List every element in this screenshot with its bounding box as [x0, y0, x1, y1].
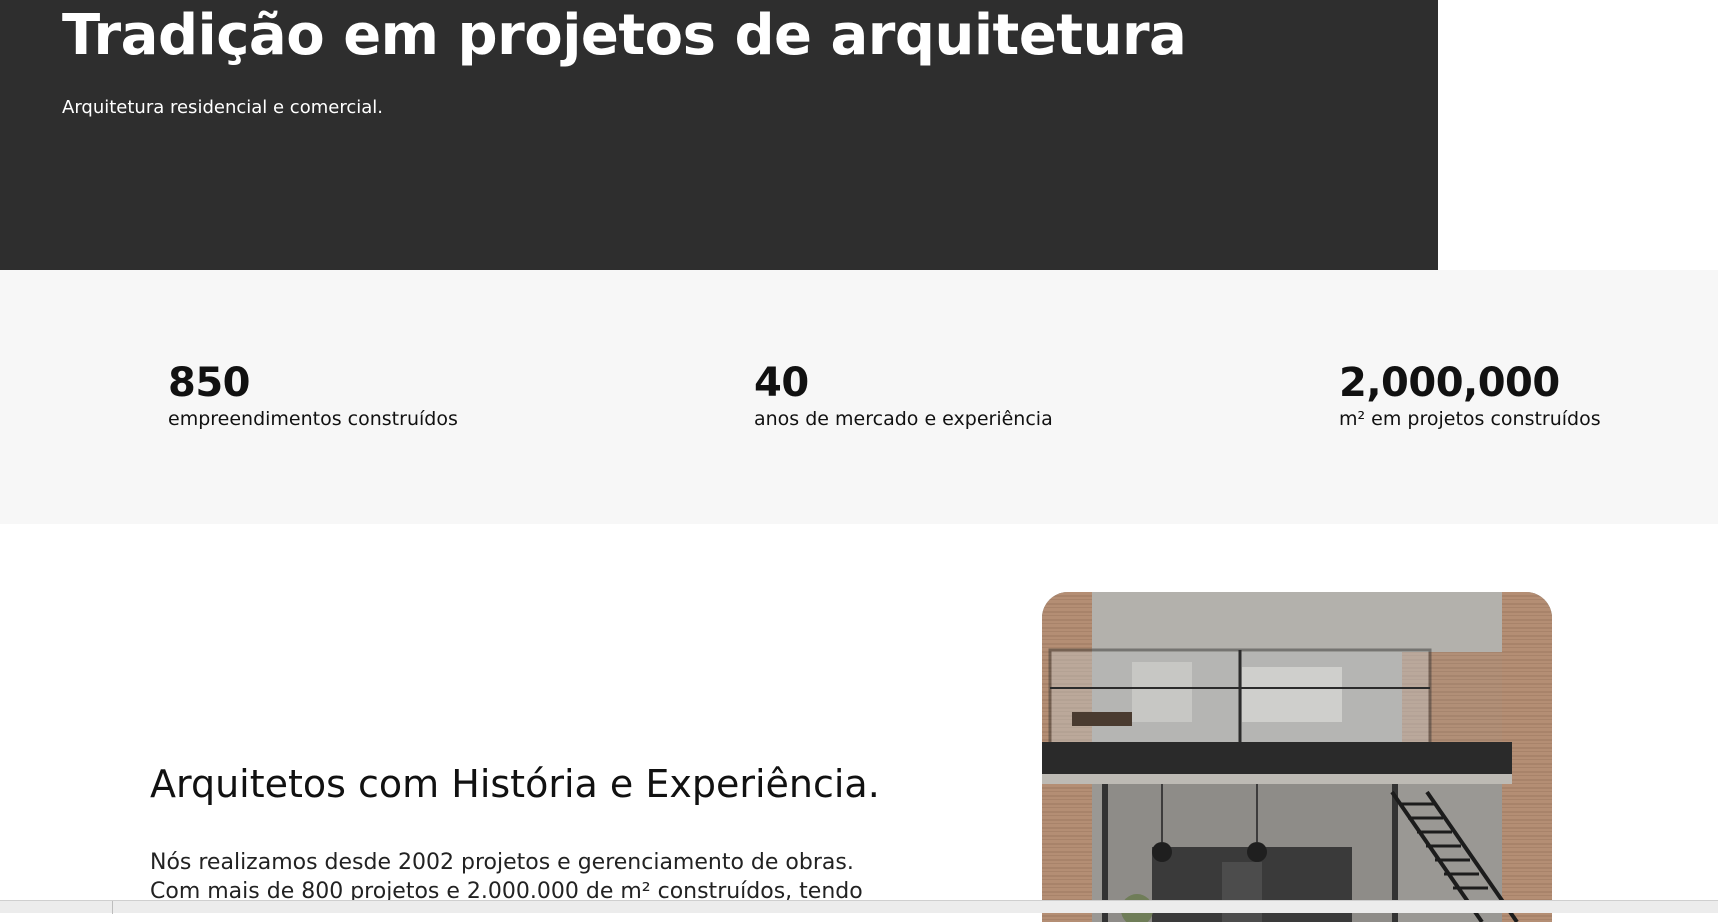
stat-item: 850 empreendimentos construídos	[168, 360, 458, 432]
loft-interior-illustration	[1042, 592, 1552, 922]
hero-title: Tradição em projetos de arquitetura	[62, 3, 1187, 68]
hero-banner: Tradição em projetos de arquitetura Arqu…	[0, 0, 1438, 270]
about-body-line: Nós realizamos desde 2002 projetos e ger…	[150, 850, 854, 875]
stat-label: m² em projetos construídos	[1339, 408, 1601, 430]
hero-subtitle: Arquitetura residencial e comercial.	[62, 97, 383, 118]
stat-item: 2,000,000 m² em projetos construídos	[1339, 360, 1601, 432]
stat-value: 850	[168, 360, 250, 406]
stats-section: 850 empreendimentos construídos 40 anos …	[0, 270, 1718, 524]
stat-label: anos de mercado e experiência	[754, 408, 1053, 430]
bottom-scrollbar[interactable]	[0, 900, 1718, 914]
stat-value: 2,000,000	[1339, 360, 1560, 406]
about-title: Arquitetos com História e Experiência.	[150, 762, 880, 806]
about-body: Nós realizamos desde 2002 projetos e ger…	[150, 848, 910, 906]
loft-interior-photo	[1042, 592, 1552, 922]
scrollbar-divider	[112, 901, 113, 914]
stat-item: 40 anos de mercado e experiência	[754, 360, 1053, 432]
stat-value: 40	[754, 360, 809, 406]
stat-label: empreendimentos construídos	[168, 408, 458, 430]
